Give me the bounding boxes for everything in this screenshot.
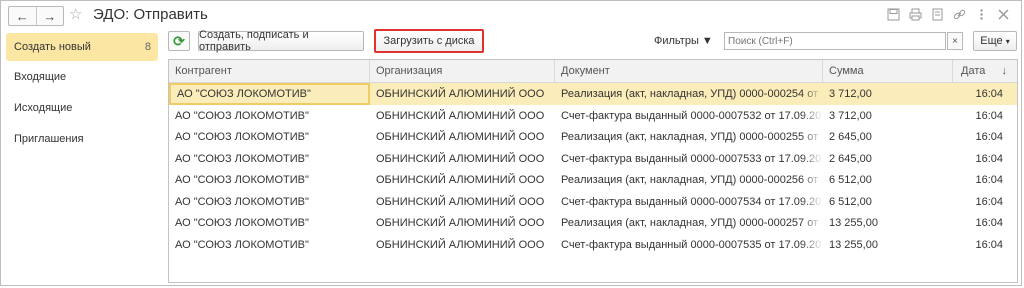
column-header-date-label: Дата <box>961 65 986 77</box>
sort-arrow-icon: ↓ <box>1001 65 1008 77</box>
search-input[interactable] <box>725 33 945 49</box>
create-sign-send-button[interactable]: Создать, подписать и отправить <box>198 29 364 53</box>
sidebar-item-incoming[interactable]: Входящие <box>6 63 158 91</box>
edo-send-window: ← → ☆ ЭДО: Отправить Создать новый 8 Вхо… <box>0 0 1022 286</box>
cell-organization: ОБНИНСКИЙ АЛЮМИНИЙ ООО <box>376 195 545 208</box>
cell-counterparty: АО "СОЮЗ ЛОКОМОТИВ" <box>175 109 309 122</box>
cell-amount: 6 512,00 <box>829 174 872 186</box>
cell-counterparty: АО "СОЮЗ ЛОКОМОТИВ" <box>169 83 370 105</box>
clear-search-button[interactable]: × <box>947 32 963 50</box>
cell-document: Счет-фактура выданный 0000-0007535 от 17… <box>555 233 823 256</box>
column-header-amount[interactable]: Сумма <box>823 60 953 82</box>
sidebar-item-outgoing[interactable]: Исходящие <box>6 94 158 122</box>
column-header-date[interactable]: Дата ↓ <box>953 60 1017 82</box>
sidebar-item-create-new[interactable]: Создать новый 8 <box>6 33 158 61</box>
more-label: Еще <box>980 35 1003 47</box>
table-row[interactable]: АО "СОЮЗ ЛОКОМОТИВ" ОБНИНСКИЙ АЛЮМИНИЙ ОО… <box>169 126 1017 148</box>
sidebar-item-label: Создать новый <box>14 41 91 53</box>
cell-amount: 2 645,00 <box>829 131 872 143</box>
window-title: ЭДО: Отправить <box>93 6 208 23</box>
chevron-down-icon: ▼ <box>701 35 713 47</box>
sidebar-item-label: Входящие <box>14 71 67 83</box>
cell-organization: ОБНИНСКИЙ АЛЮМИНИЙ ООО <box>376 152 545 165</box>
sidebar-item-count: 8 <box>144 41 151 53</box>
cell-document: Реализация (акт, накладная, УПД) 0000-00… <box>555 212 823 234</box>
cell-date: 16:04 <box>975 238 1003 251</box>
cell-counterparty: АО "СОЮЗ ЛОКОМОТИВ" <box>175 152 309 165</box>
cell-organization: ОБНИНСКИЙ АЛЮМИНИЙ ООО <box>376 131 545 143</box>
column-header-document[interactable]: Документ <box>555 60 823 82</box>
sidebar: Создать новый 8 Входящие Исходящие Пригл… <box>1 29 161 285</box>
title-actions <box>886 7 1011 22</box>
sidebar-item-invitations[interactable]: Приглашения <box>6 125 158 153</box>
cell-amount: 13 255,00 <box>829 217 878 229</box>
cell-document: Реализация (акт, накладная, УПД) 0000-00… <box>555 126 823 148</box>
back-arrow-icon[interactable]: ← <box>9 7 36 25</box>
link-icon[interactable] <box>952 7 967 22</box>
table-header: Контрагент Организация Документ Сумма Да… <box>169 60 1017 83</box>
column-header-counterparty[interactable]: Контрагент <box>169 60 370 82</box>
cell-counterparty: АО "СОЮЗ ЛОКОМОТИВ" <box>175 217 309 229</box>
more-button[interactable]: Еще ▾ <box>973 31 1017 51</box>
cell-document: Счет-фактура выданный 0000-0007534 от 17… <box>555 190 823 213</box>
table-row[interactable]: АО "СОЮЗ ЛОКОМОТИВ" ОБНИНСКИЙ АЛЮМИНИЙ ОО… <box>169 169 1017 191</box>
documents-table: Контрагент Организация Документ Сумма Да… <box>168 59 1018 283</box>
cell-organization: ОБНИНСКИЙ АЛЮМИНИЙ ООО <box>376 217 545 229</box>
cell-date: 16:04 <box>975 195 1003 208</box>
table-row[interactable]: АО "СОЮЗ ЛОКОМОТИВ" ОБНИНСКИЙ АЛЮМИНИЙ ОО… <box>169 212 1017 234</box>
cell-amount: 6 512,00 <box>829 195 872 208</box>
menu-icon[interactable] <box>974 7 989 22</box>
table-row[interactable]: АО "СОЮЗ ЛОКОМОТИВ" ОБНИНСКИЙ АЛЮМИНИЙ ОО… <box>169 190 1017 213</box>
cell-counterparty: АО "СОЮЗ ЛОКОМОТИВ" <box>175 238 309 251</box>
column-header-organization[interactable]: Организация <box>370 60 555 82</box>
cell-date: 16:04 <box>975 152 1003 165</box>
cell-organization: ОБНИНСКИЙ АЛЮМИНИЙ ООО <box>376 174 545 186</box>
title-bar: ← → ☆ ЭДО: Отправить <box>1 1 1021 29</box>
cell-amount: 13 255,00 <box>829 238 878 251</box>
save-icon[interactable] <box>886 7 901 22</box>
table-row[interactable]: АО "СОЮЗ ЛОКОМОТИВ" ОБНИНСКИЙ АЛЮМИНИЙ ОО… <box>169 104 1017 127</box>
cell-amount: 2 645,00 <box>829 152 872 165</box>
refresh-icon: ⟳ <box>173 32 185 49</box>
cell-document: Счет-фактура выданный 0000-0007532 от 17… <box>555 104 823 127</box>
cell-organization: ОБНИНСКИЙ АЛЮМИНИЙ ООО <box>376 88 545 100</box>
cell-counterparty: АО "СОЮЗ ЛОКОМОТИВ" <box>175 131 309 143</box>
cell-document: Счет-фактура выданный 0000-0007533 от 17… <box>555 147 823 170</box>
forward-arrow-icon[interactable]: → <box>35 7 64 25</box>
cell-date: 16:04 <box>975 174 1003 186</box>
toolbar: ⟳ Создать, подписать и отправить Загрузи… <box>168 29 1018 55</box>
chevron-down-icon: ▾ <box>1005 36 1010 46</box>
nav-buttons: ← → <box>8 6 64 26</box>
sidebar-item-label: Исходящие <box>14 102 73 114</box>
cell-document: Реализация (акт, накладная, УПД) 0000-00… <box>555 83 823 105</box>
close-icon: × <box>952 35 958 47</box>
cell-date: 16:04 <box>975 217 1003 229</box>
cell-organization: ОБНИНСКИЙ АЛЮМИНИЙ ООО <box>376 238 545 251</box>
cell-document: Реализация (акт, накладная, УПД) 0000-00… <box>555 169 823 191</box>
close-icon[interactable] <box>996 7 1011 22</box>
cell-counterparty: АО "СОЮЗ ЛОКОМОТИВ" <box>175 195 309 208</box>
cell-amount: 3 712,00 <box>829 109 872 122</box>
filters-label: Фильтры <box>654 35 699 47</box>
filters-button[interactable]: Фильтры ▼ <box>654 35 713 47</box>
cell-counterparty: АО "СОЮЗ ЛОКОМОТИВ" <box>175 174 309 186</box>
table-row[interactable]: АО "СОЮЗ ЛОКОМОТИВ" ОБНИНСКИЙ АЛЮМИНИЙ ОО… <box>169 83 1017 105</box>
table-row[interactable]: АО "СОЮЗ ЛОКОМОТИВ" ОБНИНСКИЙ АЛЮМИНИЙ ОО… <box>169 233 1017 256</box>
report-icon[interactable] <box>930 7 945 22</box>
cell-date: 16:04 <box>975 109 1003 122</box>
table-row[interactable]: АО "СОЮЗ ЛОКОМОТИВ" ОБНИНСКИЙ АЛЮМИНИЙ ОО… <box>169 147 1017 170</box>
search-box <box>724 32 946 50</box>
print-icon[interactable] <box>908 7 923 22</box>
cell-date: 16:04 <box>975 88 1003 100</box>
cell-date: 16:04 <box>975 131 1003 143</box>
refresh-button[interactable]: ⟳ <box>168 31 190 51</box>
sidebar-item-label: Приглашения <box>14 133 84 145</box>
cell-amount: 3 712,00 <box>829 88 872 100</box>
upload-from-disk-button[interactable]: Загрузить с диска <box>374 29 484 53</box>
favorite-star-icon[interactable]: ☆ <box>69 5 82 23</box>
cell-organization: ОБНИНСКИЙ АЛЮМИНИЙ ООО <box>376 109 545 122</box>
